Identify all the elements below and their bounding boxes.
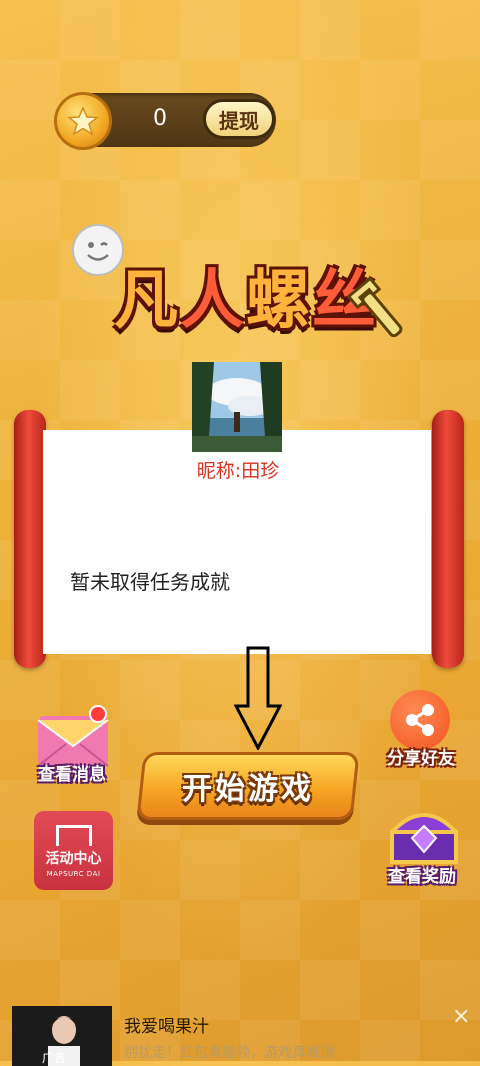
activity-center-label: 活动中心	[45, 851, 102, 867]
close-icon[interactable]: ×	[452, 1004, 470, 1029]
wrench-icon	[346, 276, 403, 338]
view-messages-button[interactable]: 查看消息	[22, 760, 122, 785]
coin-count: 0	[153, 106, 167, 131]
withdraw-button[interactable]: 提现	[203, 99, 275, 139]
scroll-rod-left	[14, 410, 46, 668]
player-nickname: 昵称:田珍	[196, 460, 280, 482]
view-rewards-button[interactable]: 查看奖励	[370, 862, 474, 887]
activity-center-sub: MAPSURC DAI	[46, 870, 101, 878]
ad-subtitle: 别犹走！红包真能领，游戏真难顶	[124, 1045, 334, 1061]
title-char: 凡	[114, 264, 180, 338]
down-arrow-icon	[234, 646, 282, 750]
ad-title: 我爱喝果汁	[124, 1017, 209, 1037]
start-game-button[interactable]: 开始游戏	[136, 752, 360, 820]
achievement-text: 暂未取得任务成就	[70, 570, 230, 594]
share-icon[interactable]	[390, 690, 450, 750]
share-friends-button[interactable]: 分享好友	[372, 744, 470, 769]
activity-center-button[interactable]: 活动中心 MAPSURC DAI	[34, 811, 113, 890]
title-char: 螺	[246, 264, 312, 338]
title-char: 人	[180, 264, 246, 338]
start-game-label: 开始游戏	[182, 772, 314, 807]
scroll-rod-right	[432, 410, 464, 668]
ad-banner[interactable]: 广告 我爱喝果汁 别犹走！红包真能领，游戏真难顶 ×	[0, 1000, 480, 1066]
ad-thumbnail[interactable]: 广告	[12, 1006, 112, 1066]
activity-frame-icon	[55, 825, 92, 846]
coin-star-icon	[54, 92, 112, 150]
avatar[interactable]	[192, 362, 282, 452]
ad-tag: 广告	[42, 1051, 67, 1065]
